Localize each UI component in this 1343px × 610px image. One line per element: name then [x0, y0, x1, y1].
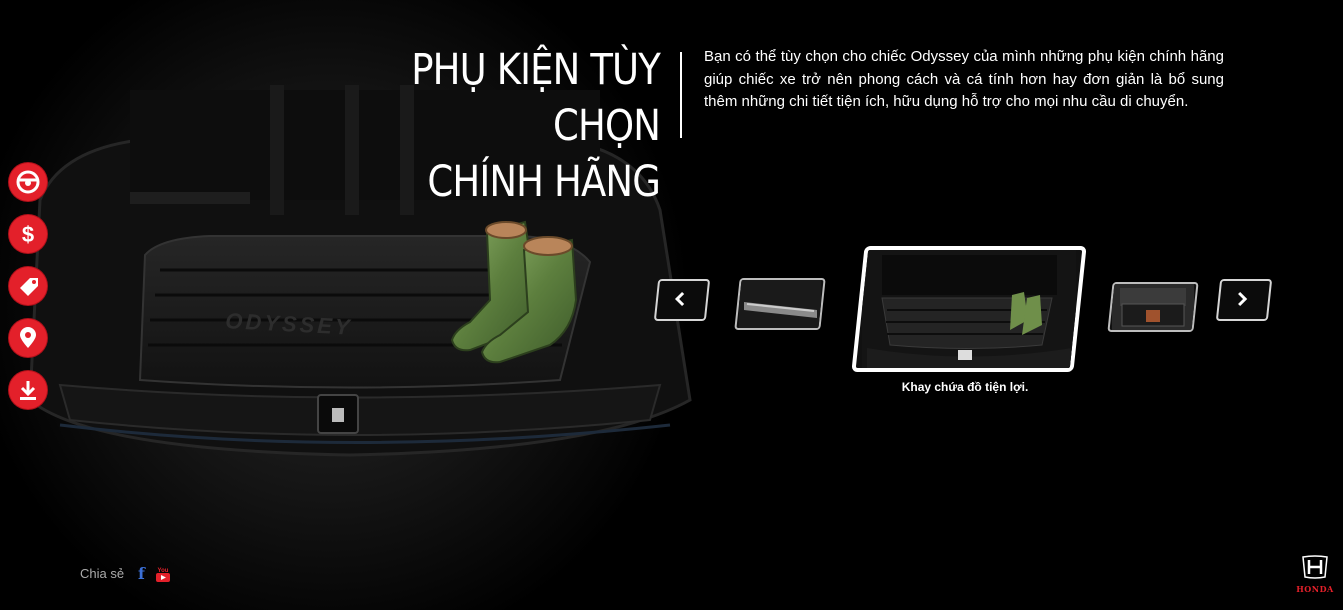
title-divider — [680, 52, 682, 138]
svg-text:$: $ — [22, 222, 34, 247]
honda-h-icon — [1302, 555, 1328, 579]
download-icon — [20, 381, 36, 400]
title-line-1: PHỤ KIỆN TÙY CHỌN — [411, 45, 661, 151]
location-pin-icon — [20, 327, 36, 348]
steering-wheel-icon — [16, 170, 40, 194]
carousel-thumbnail-sill-plate[interactable] — [734, 278, 826, 330]
sidebar-item-price[interactable]: $ — [9, 215, 47, 253]
sidebar-item-dealers[interactable] — [9, 319, 47, 357]
carousel-caption: Khay chứa đồ tiện lợi. — [901, 380, 1029, 394]
dollar-icon: $ — [22, 222, 34, 247]
chevron-left-icon — [674, 291, 685, 307]
brand-wordmark: HONDA — [1296, 584, 1334, 594]
side-nav: $ — [9, 163, 49, 423]
trunk-tray-image — [862, 250, 1076, 368]
carousel-next-button[interactable] — [1215, 279, 1273, 321]
youtube-icon[interactable]: You — [156, 566, 170, 582]
intro-paragraph: Bạn có thể tùy chọn cho chiếc Odyssey củ… — [704, 48, 1224, 110]
cargo-organizer-image — [1112, 284, 1194, 330]
sidebar-item-offers[interactable] — [9, 267, 47, 305]
share-label: Chia sẻ — [80, 566, 125, 581]
sill-plate-image — [739, 280, 821, 328]
sidebar-item-download[interactable] — [9, 371, 47, 409]
carousel-thumbnail-trunk-tray[interactable] — [851, 246, 1087, 372]
facebook-icon[interactable]: f — [138, 564, 145, 583]
page-title: PHỤ KIỆN TÙY CHỌN CHÍNH HÃNG — [350, 42, 661, 210]
chevron-right-icon — [1238, 291, 1248, 307]
sidebar-item-steering[interactable] — [9, 163, 47, 201]
honda-logo[interactable]: HONDA — [1290, 555, 1340, 594]
title-line-2: CHÍNH HÃNG — [427, 157, 660, 207]
carousel-thumbnail-cargo-organizer[interactable] — [1107, 282, 1199, 332]
carousel-prev-button[interactable] — [653, 279, 711, 321]
tag-icon — [20, 278, 38, 296]
